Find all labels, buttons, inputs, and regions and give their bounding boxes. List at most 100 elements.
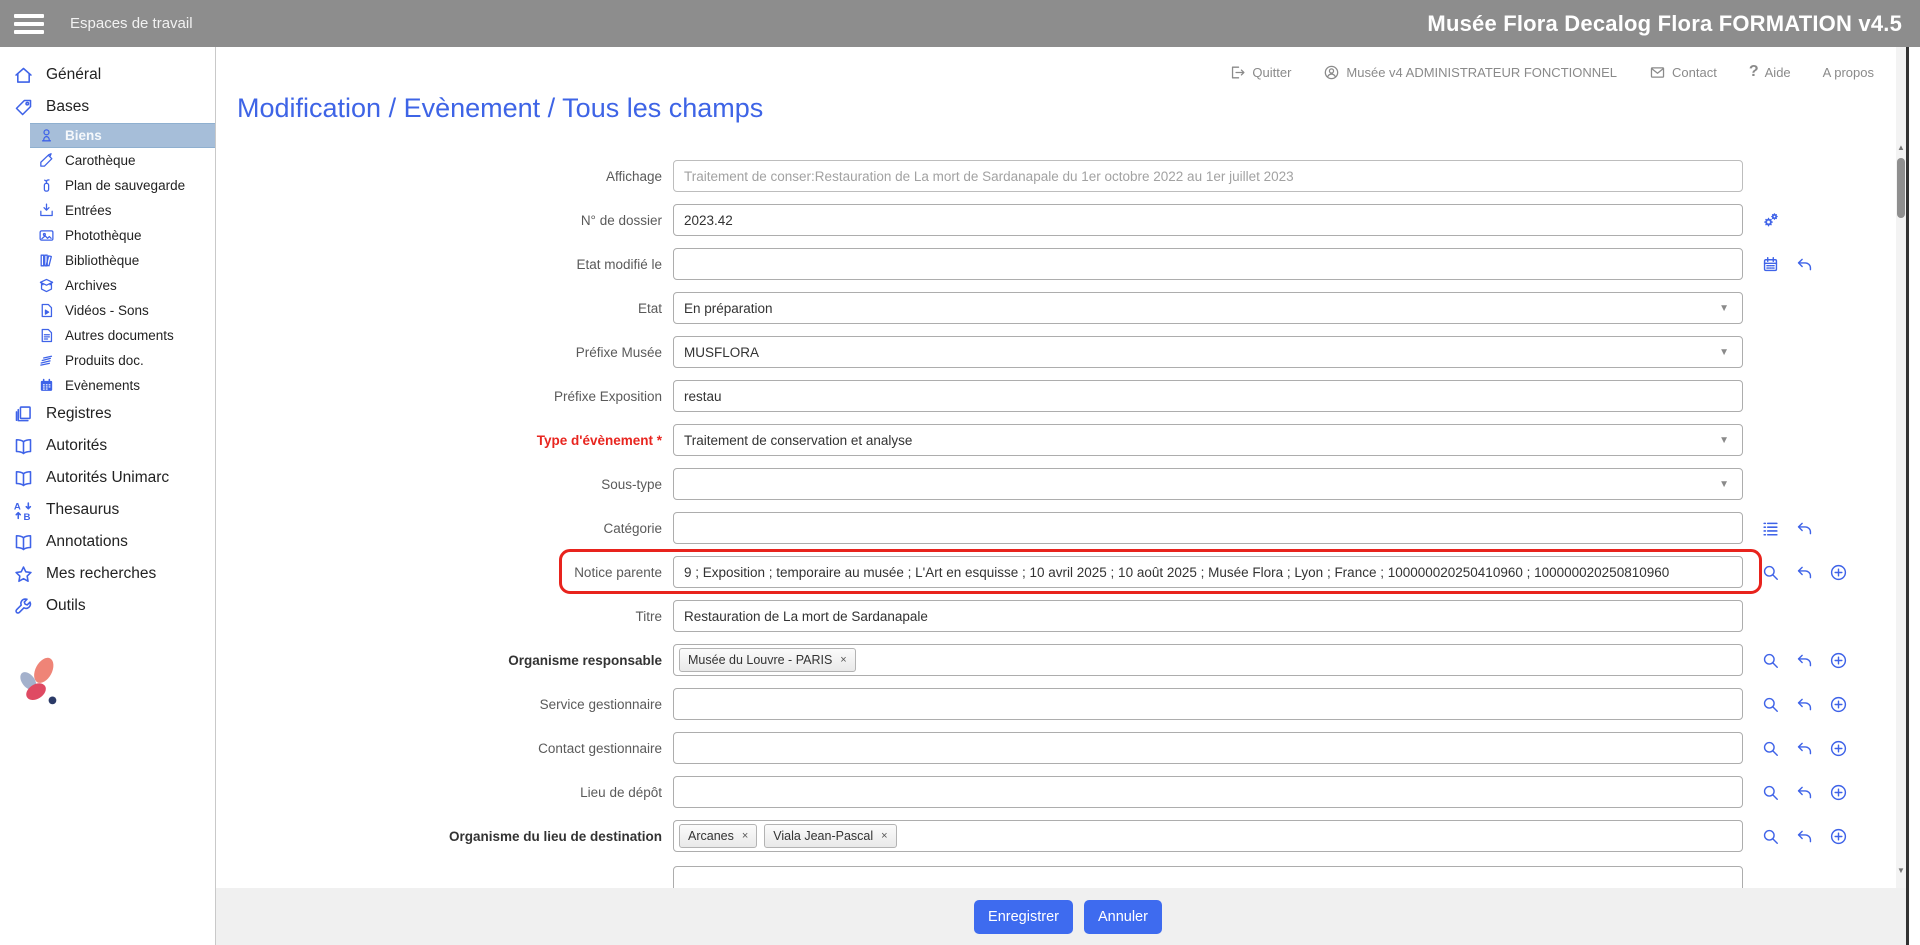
sidebar-item-phototheque[interactable]: Photothèque [30,223,215,248]
sidebar-item-mes-recherches[interactable]: Mes recherches [0,558,215,590]
calendar-icon[interactable] [1761,255,1780,274]
sidebar-item-thesaurus[interactable]: ABThesaurus [0,494,215,526]
prefixe-exposition-input[interactable] [684,389,1732,404]
cancel-button[interactable]: Annuler [1084,900,1162,934]
chip-remove-icon[interactable]: × [881,831,887,842]
sidebar-item-evenements[interactable]: Evènements [30,373,215,398]
search-icon[interactable] [1761,695,1780,714]
sidebar-item-biens[interactable]: Biens [30,123,215,148]
search-icon[interactable] [1761,651,1780,670]
notice-parente-input[interactable] [684,565,1732,580]
sidebar-item-outils[interactable]: Outils [0,590,215,622]
userbar-link-a-propos[interactable]: A propos [1823,65,1874,80]
sidebar-item-registres[interactable]: Registres [0,398,215,430]
etat-modifie-le-input[interactable] [684,257,1732,272]
field-label-etat-modifie-le: Etat modifié le [237,257,673,272]
undo-icon[interactable] [1795,695,1814,714]
organisme-lieu-destination-input[interactable]: Arcanes×Viala Jean-Pascal× [673,820,1743,852]
sidebar-item-bibliotheque[interactable]: Bibliothèque [30,248,215,273]
sidebar-item-produits-doc[interactable]: Produits doc. [30,348,215,373]
field-row-contact-gestionnaire: Contact gestionnaire [237,732,1920,764]
sidebar-item-label: Autorités Unimarc [46,469,169,487]
footer-bar: Enregistrer Annuler [216,888,1920,945]
selected-value: MUSFLORA [684,345,759,360]
scrollbar-thumb[interactable] [1897,158,1905,218]
sidebar-item-autres-documents[interactable]: Autres documents [30,323,215,348]
organisme-responsable-input[interactable]: Musée du Louvre - PARIS × [673,644,1743,676]
chevron-down-icon: ▼ [1719,479,1729,490]
n-de-dossier-input[interactable] [684,213,1732,228]
sidebar-item-annotations[interactable]: Annotations [0,526,215,558]
sidebar-item-general[interactable]: Général [0,59,215,91]
core-icon [38,152,55,169]
sidebar-item-autorites-unimarc[interactable]: Autorités Unimarc [0,462,215,494]
add-icon[interactable] [1829,563,1848,582]
sidebar-item-archives[interactable]: Archives [30,273,215,298]
sidebar-item-bases[interactable]: Bases [0,91,215,123]
sidebar-item-videos-sons[interactable]: Vidéos - Sons [30,298,215,323]
userbar-link-quitter[interactable]: Quitter [1229,64,1291,81]
field-label-prefixe-musee: Préfixe Musée [237,345,673,360]
copies-icon [13,404,34,425]
scroll-down-icon[interactable]: ▼ [1896,867,1906,875]
field-actions [1761,827,1848,846]
scroll-up-icon[interactable]: ▲ [1896,144,1906,152]
chip-remove-icon[interactable]: × [840,655,846,666]
add-icon[interactable] [1829,739,1848,758]
affichage-input[interactable]: Traitement de conser:Restauration de La … [673,160,1743,192]
prefixe-musee-select[interactable]: MUSFLORA▼ [673,336,1743,368]
undo-icon[interactable] [1795,739,1814,758]
field-actions [1761,651,1848,670]
etat-select[interactable]: En préparation▼ [673,292,1743,324]
sidebar-item-label: Général [46,66,101,84]
vertical-scrollbar[interactable]: ▲ ▼ [1896,47,1906,888]
add-icon[interactable] [1829,695,1848,714]
userbar-link-user[interactable]: Musée v4 ADMINISTRATEUR FONCTIONNEL [1323,64,1617,81]
chip-label: Musée du Louvre - PARIS [688,653,832,667]
undo-icon[interactable] [1795,651,1814,670]
contact-gestionnaire-input[interactable] [684,741,1732,756]
sous-type-select[interactable]: ▼ [673,468,1743,500]
flora-software-logo[interactable] [8,652,215,710]
workspace-label[interactable]: Espaces de travail [70,15,193,32]
chip-remove-icon[interactable]: × [742,831,748,842]
menu-icon[interactable] [14,14,44,34]
categorie-input[interactable] [684,521,1732,536]
chip-label: Viala Jean-Pascal [773,829,873,843]
add-icon[interactable] [1829,783,1848,802]
lieu-de-depot-input[interactable] [684,785,1732,800]
list-icon[interactable] [1761,519,1780,538]
sidebar-item-carotheque[interactable]: Carothèque [30,148,215,173]
service-gestionnaire-input[interactable] [684,697,1732,712]
field-row-service-gestionnaire: Service gestionnaire [237,688,1920,720]
titre-input[interactable] [684,609,1732,624]
save-button[interactable]: Enregistrer [974,900,1073,934]
add-icon[interactable] [1829,827,1848,846]
undo-icon[interactable] [1795,783,1814,802]
undo-icon[interactable] [1795,519,1814,538]
sidebar-item-label: Autres documents [65,328,174,343]
search-icon[interactable] [1761,783,1780,802]
undo-icon[interactable] [1795,827,1814,846]
undo-icon[interactable] [1795,255,1814,274]
field-actions [1761,563,1848,582]
sidebar-item-plan-de-sauvegarde[interactable]: Plan de sauvegarde [30,173,215,198]
page-title: Modification / Evènement / Tous les cham… [237,93,1920,124]
search-icon[interactable] [1761,739,1780,758]
home-icon [13,65,34,86]
add-icon[interactable] [1829,651,1848,670]
sidebar-item-label: Mes recherches [46,565,156,583]
titre-box [673,600,1743,632]
field-label-organisme-responsable: Organisme responsable [237,653,673,668]
type-devenement-select[interactable]: Traitement de conservation et analyse▼ [673,424,1743,456]
gears-icon[interactable] [1761,211,1780,230]
champ-suivant-input[interactable] [684,875,1732,889]
userbar-link-contact[interactable]: Contact [1649,64,1717,81]
undo-icon[interactable] [1795,563,1814,582]
search-icon[interactable] [1761,563,1780,582]
field-row-titre: Titre [237,600,1920,632]
search-icon[interactable] [1761,827,1780,846]
sidebar-item-entrees[interactable]: Entrées [30,198,215,223]
userbar-link-aide[interactable]: ?Aide [1749,63,1791,81]
sidebar-item-autorites[interactable]: Autorités [0,430,215,462]
